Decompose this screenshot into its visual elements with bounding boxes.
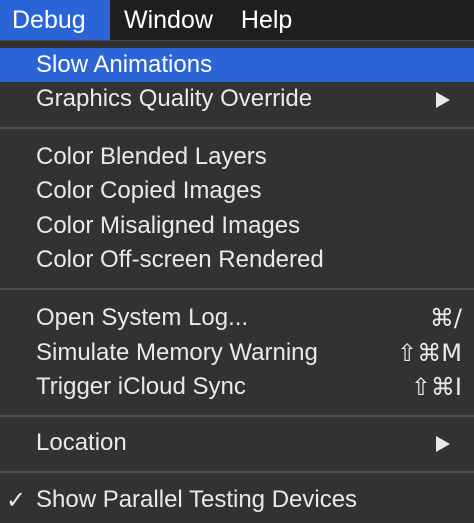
menubar-help[interactable]: Help — [227, 0, 306, 40]
menu-item-location[interactable]: Location — [0, 426, 474, 460]
menu-separator — [0, 471, 474, 473]
menu-item-open-system-log[interactable]: Open System Log... ⌘/ — [0, 301, 474, 335]
screen: Debug Window Help Slow Animations Graphi… — [0, 0, 474, 523]
menu-item-shortcut: ⌘/ — [429, 304, 462, 332]
menu-item-show-parallel-testing-devices[interactable]: ✓ Show Parallel Testing Devices — [0, 483, 474, 517]
chevron-right-icon — [436, 436, 450, 452]
menu-item-label: Color Blended Layers — [36, 143, 267, 170]
menu-item-label: Color Off-screen Rendered — [36, 246, 324, 273]
menu-bar: Debug Window Help — [0, 0, 474, 40]
menu-item-label: Open System Log... — [36, 304, 249, 331]
menu-item-label: Location — [36, 429, 127, 456]
menu-item-trigger-icloud-sync[interactable]: Trigger iCloud Sync ⇧⌘I — [0, 370, 474, 404]
debug-menu: Slow Animations Graphics Quality Overrid… — [0, 40, 474, 523]
menu-item-color-blended-layers[interactable]: Color Blended Layers — [0, 140, 474, 174]
menu-separator — [0, 415, 474, 417]
menu-item-slow-animations[interactable]: Slow Animations — [0, 48, 474, 82]
chevron-right-icon — [436, 92, 450, 108]
menu-item-simulate-memory-warning[interactable]: Simulate Memory Warning ⇧⌘M — [0, 336, 474, 370]
menu-item-label: Trigger iCloud Sync — [36, 373, 246, 400]
menu-item-label: Color Copied Images — [36, 177, 262, 204]
menu-item-label: Simulate Memory Warning — [36, 339, 318, 366]
menu-item-graphics-quality-override[interactable]: Graphics Quality Override — [0, 82, 474, 116]
menubar-window[interactable]: Window — [110, 0, 227, 40]
menu-item-label: Show Parallel Testing Devices — [36, 486, 358, 513]
menu-item-label: Color Misaligned Images — [36, 212, 301, 239]
menu-item-label: Slow Animations — [36, 51, 213, 78]
menubar-debug[interactable]: Debug — [0, 0, 110, 40]
menu-item-color-copied-images[interactable]: Color Copied Images — [0, 174, 474, 208]
menu-separator — [0, 127, 474, 129]
menu-item-color-offscreen-rendered[interactable]: Color Off-screen Rendered — [0, 243, 474, 277]
checkmark-icon: ✓ — [6, 486, 27, 514]
menu-item-label: Graphics Quality Override — [36, 85, 313, 112]
menu-item-shortcut: ⇧⌘M — [397, 339, 462, 367]
menu-item-color-misaligned-images[interactable]: Color Misaligned Images — [0, 209, 474, 243]
menu-item-shortcut: ⇧⌘I — [410, 373, 462, 401]
menu-separator — [0, 288, 474, 290]
